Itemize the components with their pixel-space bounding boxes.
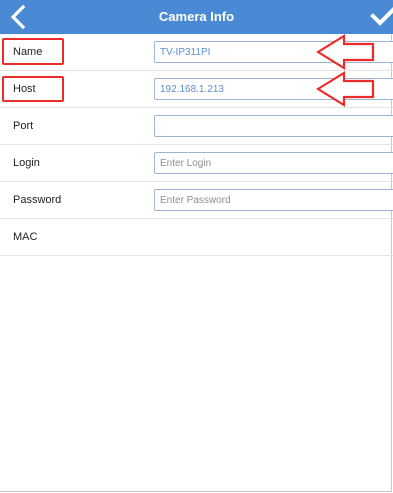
login-label: Login [13,157,40,169]
done-button[interactable] [370,6,393,28]
checkmark-icon [370,7,393,26]
port-label: Port [13,120,34,132]
host-highlight-box [2,76,64,102]
password-label: Password [13,194,62,206]
login-row: Login [0,145,393,182]
left-arrow-icon [316,71,375,107]
left-arrow-icon [316,34,375,70]
password-field[interactable] [154,189,393,211]
mac-row: MAC [0,219,393,256]
page-title: Camera Info [158,9,235,24]
navigation-bar: Camera Info [0,0,393,34]
chevron-left-icon [10,4,26,30]
port-row: Port [0,108,393,145]
name-highlight-box [2,38,64,65]
login-field[interactable] [154,152,393,174]
mac-label: MAC [13,231,38,243]
password-row: Password [0,182,393,219]
port-field[interactable] [154,115,393,137]
back-button[interactable] [6,3,32,31]
